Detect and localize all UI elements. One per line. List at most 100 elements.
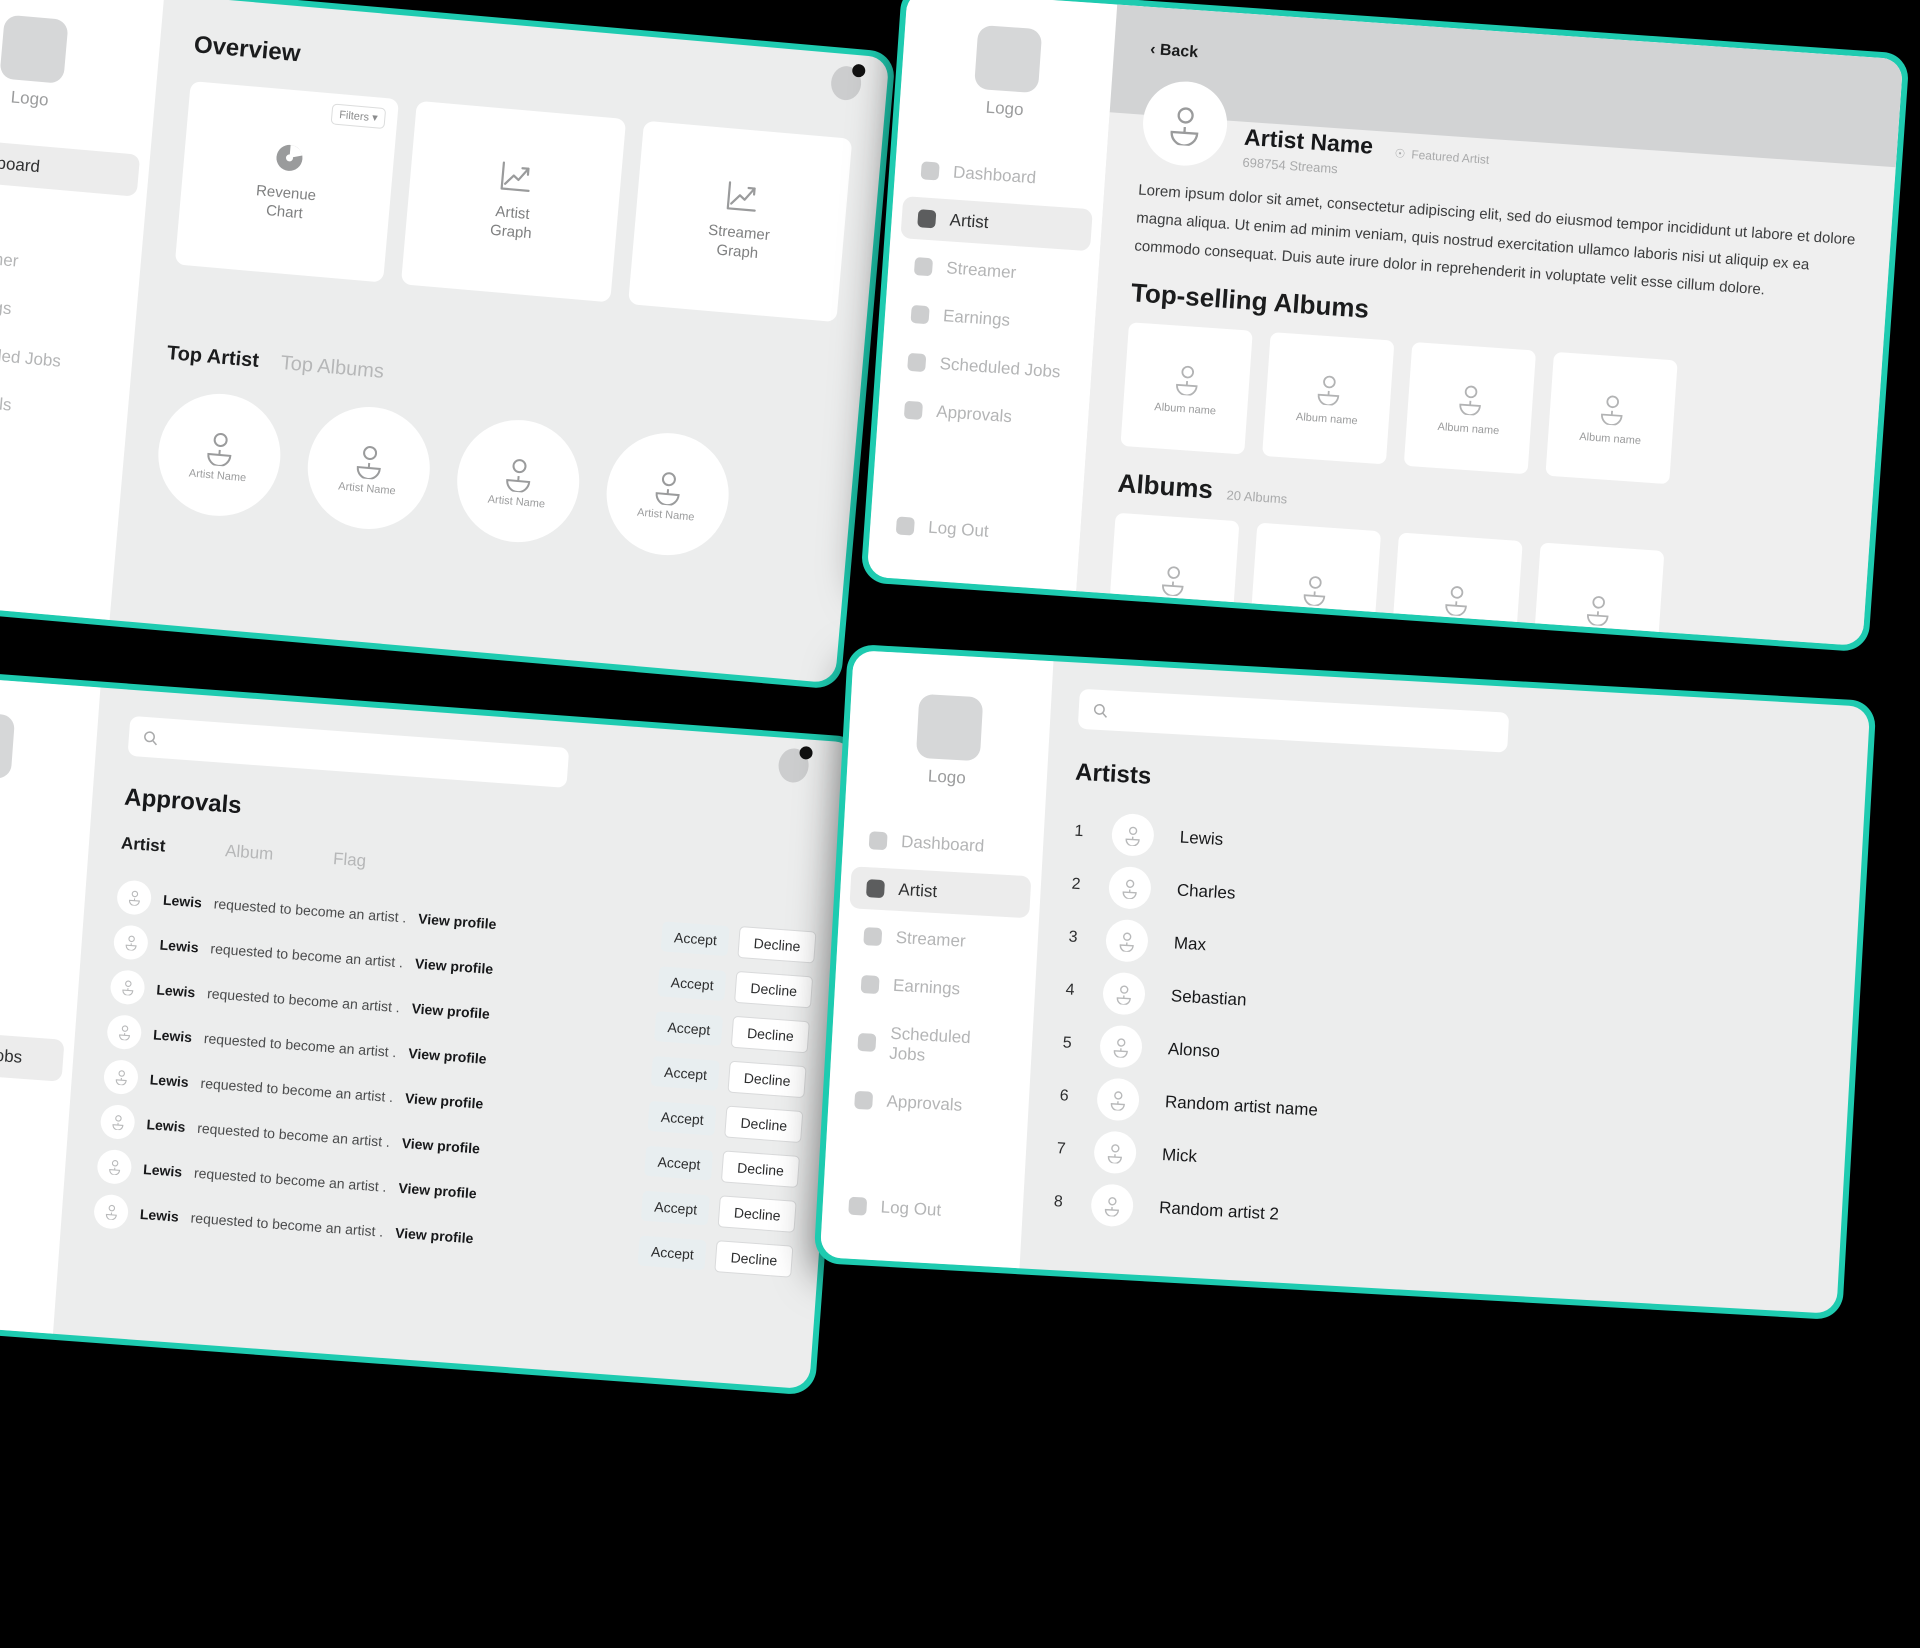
- sidebar-item-earnings[interactable]: Earnings: [844, 962, 1026, 1014]
- search-field[interactable]: [165, 730, 555, 775]
- sidebar-item-logout[interactable]: Log Out: [879, 503, 1071, 558]
- sidebar-item-artist[interactable]: Artist: [849, 866, 1032, 919]
- decline-button[interactable]: Decline: [724, 1105, 804, 1143]
- sidebar-item-streamer[interactable]: Streamer: [897, 244, 1089, 299]
- person-icon: [1109, 1035, 1132, 1058]
- album-card[interactable]: Album name: [1403, 342, 1537, 475]
- sidebar-item-dashboard[interactable]: Dashboard: [0, 134, 141, 197]
- artists-list-sidebar: Logo Dashboard Artist Streamer Earnings …: [819, 650, 1054, 1269]
- accept-button[interactable]: Accept: [657, 965, 727, 1001]
- rank: 3: [1068, 928, 1079, 946]
- accept-button[interactable]: Accept: [638, 1235, 707, 1270]
- sidebar-item-logout[interactable]: Log Out: [832, 1184, 1014, 1236]
- view-profile-link[interactable]: View profile: [405, 1089, 484, 1111]
- sidebar-item-logout[interactable]: Log Out: [0, 1244, 48, 1301]
- accept-button[interactable]: Accept: [641, 1190, 711, 1225]
- tab-artist[interactable]: Artist: [120, 833, 166, 856]
- square-icon: [863, 927, 883, 947]
- decline-button[interactable]: Decline: [737, 925, 817, 964]
- view-profile-link[interactable]: View profile: [414, 955, 493, 977]
- card-artist-graph[interactable]: Artist Graph: [401, 100, 626, 303]
- album-card[interactable]: [1107, 512, 1240, 646]
- album-card[interactable]: [1532, 542, 1665, 647]
- logo: Logo: [0, 705, 98, 814]
- sidebar-item-dashboard[interactable]: Dashboard: [852, 818, 1034, 870]
- sidebar-item-label: Streamer: [0, 245, 20, 271]
- search-field[interactable]: [1115, 702, 1495, 740]
- request-text: requested to become an artist .: [213, 894, 407, 926]
- card-revenue-chart[interactable]: Filters ▾ Revenue Chart: [174, 81, 400, 283]
- avatar: [1090, 1182, 1135, 1227]
- album-card[interactable]: Album name: [1262, 332, 1395, 465]
- accept-button[interactable]: Accept: [647, 1100, 717, 1136]
- album-card[interactable]: Album name: [1120, 322, 1253, 455]
- album-card[interactable]: Album name: [1545, 352, 1678, 485]
- logo: Logo: [846, 690, 1051, 793]
- sidebar-item-artist[interactable]: Artist: [900, 196, 1093, 252]
- sidebar-item-earnings[interactable]: Earnings: [894, 292, 1086, 347]
- square-icon: [895, 516, 915, 536]
- sidebar-item-approvals[interactable]: Approvals: [887, 388, 1079, 443]
- sidebar-item-label: Streamer: [895, 927, 967, 951]
- sidebar-item-streamer[interactable]: Streamer: [847, 914, 1029, 966]
- artists-list-main: Artists 1 Lewis 2 Charles 3 Max 4 Sebast…: [1020, 661, 1871, 1314]
- rank: 7: [1056, 1139, 1067, 1158]
- sidebar-item-scheduled-jobs[interactable]: Scheduled Jobs: [840, 1010, 1023, 1082]
- logo-mark-icon: [915, 693, 984, 762]
- view-profile-link[interactable]: View profile: [398, 1179, 477, 1201]
- requester-name: Lewis: [139, 1205, 180, 1225]
- artist-name: Artist Name: [636, 506, 695, 524]
- album-name: Album name: [1295, 411, 1359, 428]
- view-profile-link[interactable]: View profile: [395, 1224, 474, 1246]
- row-actions: Accept Decline: [638, 1234, 794, 1278]
- decline-button[interactable]: Decline: [717, 1194, 797, 1233]
- top-artist-card[interactable]: Artist Name: [601, 428, 734, 561]
- view-profile-link[interactable]: View profile: [408, 1045, 487, 1067]
- logo-label: Logo: [985, 97, 1025, 120]
- top-artist-card[interactable]: Artist Name: [452, 414, 585, 548]
- sidebar-item-label: Approvals: [0, 389, 13, 415]
- decline-button[interactable]: Decline: [731, 1015, 810, 1053]
- view-profile-link[interactable]: View profile: [401, 1134, 480, 1156]
- accept-button[interactable]: Accept: [651, 1055, 721, 1091]
- sidebar-item-logout[interactable]: Log Out: [0, 525, 106, 587]
- accept-button[interactable]: Accept: [661, 920, 730, 956]
- sidebar-item-dashboard[interactable]: Dashboard: [0, 833, 79, 890]
- person-icon: [648, 466, 689, 507]
- request-text: requested to become an artist .: [190, 1209, 384, 1240]
- sidebar-item-approvals[interactable]: Approvals: [838, 1078, 1020, 1130]
- top-artist-card[interactable]: Artist Name: [153, 388, 286, 522]
- sidebar-item-scheduled-jobs[interactable]: Scheduled Jobs: [890, 340, 1082, 395]
- decline-button[interactable]: Decline: [714, 1239, 794, 1278]
- album-card[interactable]: [1248, 522, 1382, 647]
- tab-flag[interactable]: Flag: [332, 849, 366, 871]
- decline-button[interactable]: Decline: [727, 1060, 807, 1098]
- requester-name: Lewis: [162, 891, 203, 911]
- search-input[interactable]: [127, 715, 570, 788]
- album-card[interactable]: [1390, 532, 1523, 647]
- accept-button[interactable]: Accept: [654, 1010, 724, 1046]
- rank: 2: [1071, 875, 1081, 893]
- avatar[interactable]: [777, 747, 810, 784]
- top-artist-card[interactable]: Artist Name: [302, 401, 435, 535]
- person-icon: [1115, 929, 1138, 952]
- decline-button[interactable]: Decline: [734, 970, 814, 1008]
- tab-top-albums[interactable]: Top Albums: [280, 352, 385, 384]
- avatar: [112, 923, 150, 961]
- accept-button[interactable]: Accept: [644, 1145, 714, 1181]
- view-profile-link[interactable]: View profile: [418, 910, 497, 932]
- person-icon: [1118, 876, 1141, 899]
- tab-album[interactable]: Album: [224, 841, 274, 864]
- view-profile-link[interactable]: View profile: [411, 1000, 490, 1022]
- artists-table: 1 Lewis 2 Charles 3 Max 4 Sebastian 5 Al…: [1050, 805, 1836, 1271]
- search-input[interactable]: [1077, 688, 1510, 753]
- filters-button[interactable]: Filters ▾: [330, 103, 387, 130]
- decline-button[interactable]: Decline: [721, 1149, 801, 1188]
- square-icon: [857, 1032, 877, 1052]
- tab-top-artist[interactable]: Top Artist: [166, 342, 260, 373]
- sidebar-item-dashboard[interactable]: Dashboard: [904, 148, 1096, 203]
- card-streamer-graph[interactable]: Streamer Graph: [627, 120, 853, 323]
- avatar: [1098, 1023, 1144, 1069]
- request-text: requested to become an artist .: [193, 1164, 388, 1195]
- avatar: [1093, 1129, 1138, 1175]
